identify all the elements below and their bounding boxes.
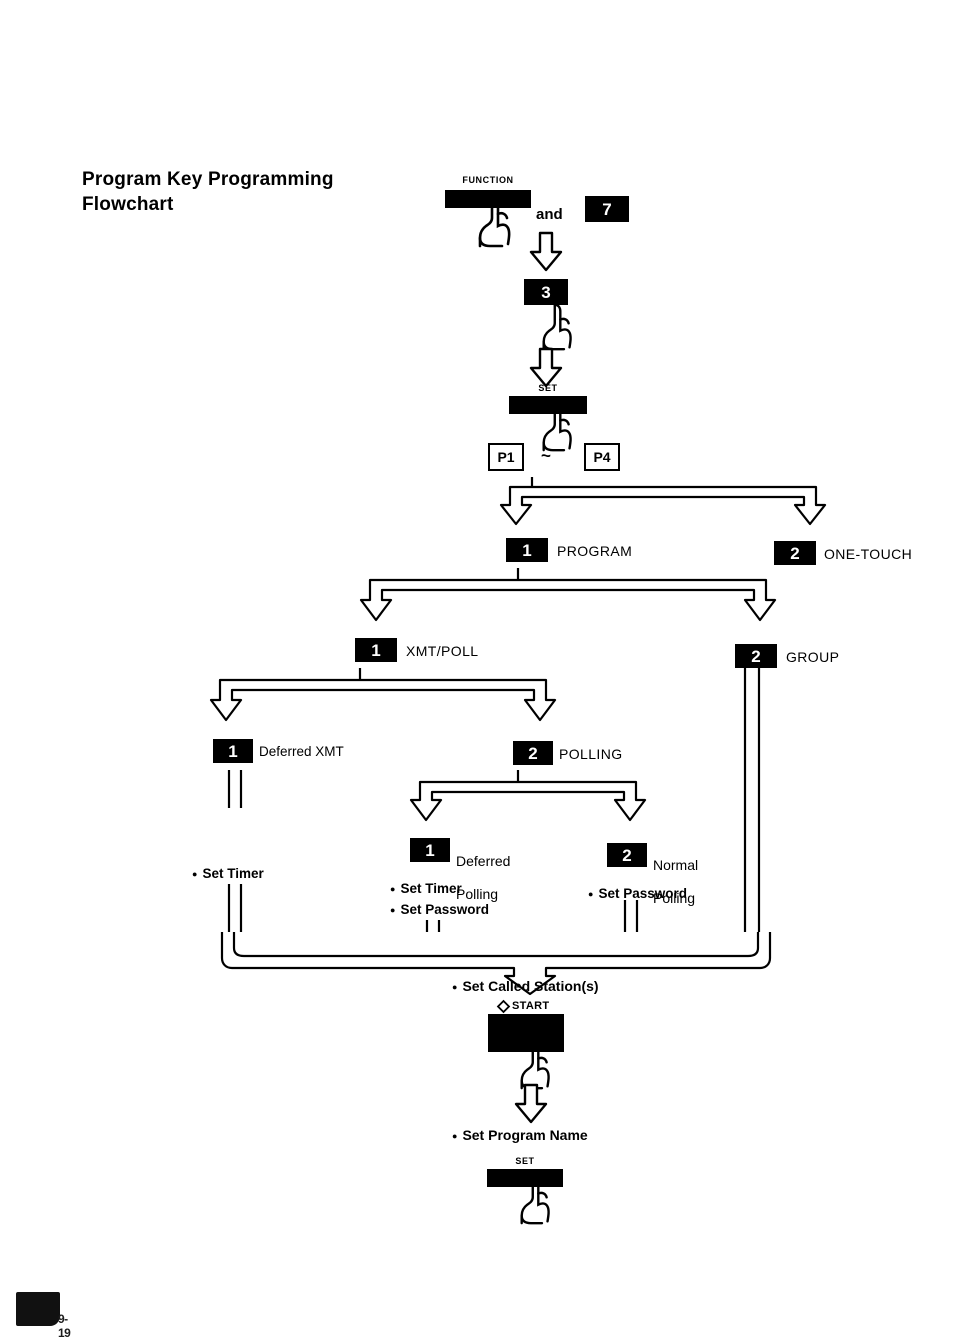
branch-label-deferred-polling-line1: Deferred xyxy=(456,852,511,869)
start-key-caption-group: START xyxy=(496,999,550,1014)
flow-arrow-down xyxy=(528,231,564,272)
pressing-hand-icon xyxy=(534,303,594,351)
branch-key-group[interactable]: 2 xyxy=(735,644,777,668)
branch-connector-polling xyxy=(408,768,648,830)
flow-arrow-down xyxy=(528,347,564,388)
start-key-caption: START xyxy=(512,1000,550,1012)
page-title: Program Key Programming Flowchart xyxy=(82,168,412,217)
function-key-caption: FUNCTION xyxy=(462,175,514,185)
final-set-key-caption: SET xyxy=(515,1156,535,1166)
flow-arrow-down xyxy=(513,1083,549,1124)
option-set-password-deferred-polling: Set Password xyxy=(390,900,489,920)
branch-label-program: PROGRAM xyxy=(557,543,633,559)
branch-key-deferred-xmt[interactable]: 1 xyxy=(213,739,253,763)
branch-key-xmt-poll[interactable]: 1 xyxy=(355,638,397,662)
option-set-timer-xmt: Set Timer xyxy=(192,864,263,884)
page-title-line1: Program Key Programming xyxy=(82,169,334,190)
deferred-xmt-connector-line xyxy=(224,770,246,810)
branch-connector-xmt-poll xyxy=(208,666,558,730)
page-number: 9-19 xyxy=(58,1312,71,1340)
group-connector-line xyxy=(740,668,764,946)
branch-label-polling: POLLING xyxy=(559,746,623,762)
pressing-hand-icon xyxy=(472,196,532,248)
branch-key-normal-polling[interactable]: 2 xyxy=(607,843,647,867)
branch-key-program[interactable]: 1 xyxy=(506,538,548,562)
set-key-caption: SET xyxy=(538,383,558,393)
range-separator: ~ xyxy=(541,446,551,465)
branch-label-normal-polling-line1: Normal xyxy=(653,856,699,873)
pressing-hand-icon xyxy=(512,1177,572,1225)
start-diamond-icon xyxy=(496,999,511,1014)
option-set-called-stations: Set Called Station(s) xyxy=(452,976,598,996)
branch-key-polling[interactable]: 2 xyxy=(513,741,553,765)
branch-connector-program-mode xyxy=(358,566,778,630)
branch-connector-program-type xyxy=(498,475,828,533)
option-set-timer-polling: Set Timer xyxy=(390,879,461,899)
branch-label-xmt-poll: XMT/POLL xyxy=(406,643,479,659)
conjunction-and: and xyxy=(536,206,563,223)
key-7[interactable]: 7 xyxy=(585,196,629,222)
branch-label-normal-polling: Normal Polling xyxy=(653,840,698,923)
pressing-hand-icon xyxy=(512,1042,572,1090)
program-key-p4[interactable]: P4 xyxy=(584,443,620,471)
branch-label-group: GROUP xyxy=(786,649,840,665)
program-key-p1[interactable]: P1 xyxy=(488,443,524,471)
branch-key-deferred-polling[interactable]: 1 xyxy=(410,838,450,862)
manual-page: Program Key Programming Flowchart FUNCTI… xyxy=(0,0,954,1342)
branch-label-deferred-xmt: Deferred XMT xyxy=(259,744,344,759)
branch-label-one-touch: ONE-TOUCH xyxy=(824,546,913,562)
branch-key-one-touch[interactable]: 2 xyxy=(774,541,816,565)
key-3[interactable]: 3 xyxy=(524,279,568,305)
page-title-line2: Flowchart xyxy=(82,193,174,215)
page-tab-blob xyxy=(16,1292,60,1326)
option-set-program-name: Set Program Name xyxy=(452,1125,587,1145)
page-corner-tab: 9-19 xyxy=(16,1292,72,1340)
